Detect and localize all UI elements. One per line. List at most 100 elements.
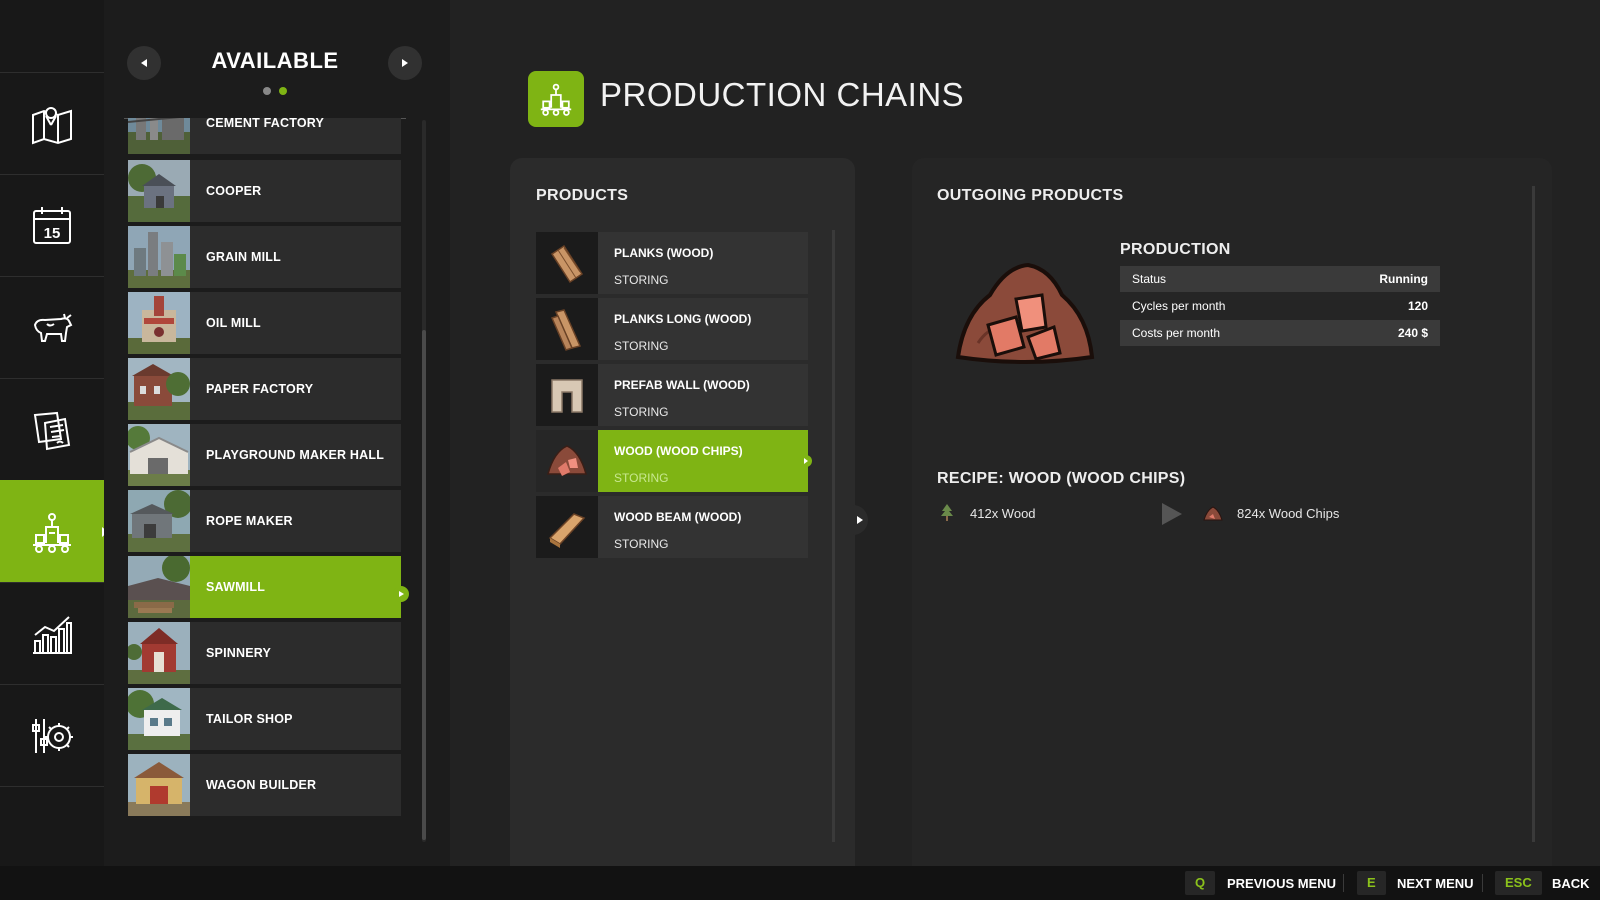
list-item-label: GRAIN MILL xyxy=(206,250,281,264)
arrow-left-icon xyxy=(141,59,147,67)
key-q[interactable]: Q xyxy=(1185,871,1216,895)
product-item-prefab-wall[interactable]: PREFAB WALL (WOOD) STORING xyxy=(536,364,808,426)
previous-menu-button[interactable]: PREVIOUS MENU xyxy=(1227,876,1336,891)
list-item-rope-maker[interactable]: ROPE MAKER xyxy=(128,490,401,552)
products-heading: PRODUCTS xyxy=(536,187,629,204)
list-item-wagon-builder[interactable]: WAGON BUILDER xyxy=(128,754,401,816)
list-item-label: TAILOR SHOP xyxy=(206,712,293,726)
list-item-label: PLAYGROUND MAKER HALL xyxy=(206,448,385,462)
list-item-sawmill[interactable]: SAWMILL xyxy=(128,556,401,618)
next-page-button[interactable] xyxy=(388,46,422,80)
planks-icon xyxy=(536,232,598,294)
product-status: STORING xyxy=(614,339,669,353)
nav-settings[interactable] xyxy=(0,684,104,787)
list-item-grain-mill[interactable]: GRAIN MILL xyxy=(128,226,401,288)
page-title: PRODUCTION CHAINS xyxy=(600,76,965,113)
selected-product-indicator xyxy=(800,455,812,467)
calendar-icon: 15 xyxy=(33,207,71,244)
contracts-icon xyxy=(33,411,71,451)
nav-calendar[interactable]: 15 xyxy=(0,174,104,277)
rope-maker-thumbnail xyxy=(128,490,190,552)
oil-mill-thumbnail xyxy=(128,292,190,354)
key-esc[interactable]: ESC xyxy=(1495,871,1542,895)
stat-label: Status xyxy=(1132,272,1167,286)
arrow-right-icon xyxy=(402,59,408,67)
product-name: PLANKS LONG (WOOD) xyxy=(614,312,752,326)
product-item-planks-long[interactable]: PLANKS LONG (WOOD) STORING xyxy=(536,298,808,360)
list-scrollbar-thumb[interactable] xyxy=(422,330,426,840)
outgoing-scrollbar[interactable] xyxy=(1532,186,1535,842)
list-item-cooper[interactable]: COOPER xyxy=(128,160,401,222)
list-item-label: CEMENT FACTORY xyxy=(206,118,325,130)
svg-text:15: 15 xyxy=(44,225,61,242)
stat-label: Cycles per month xyxy=(1132,299,1226,313)
next-menu-button[interactable]: NEXT MENU xyxy=(1397,876,1474,891)
recipe-arrow-icon xyxy=(1162,503,1182,525)
statistics-icon xyxy=(33,616,72,654)
stat-label: Costs per month xyxy=(1132,326,1221,340)
sawmill-thumbnail xyxy=(128,556,190,618)
recipe-input: 412x Wood xyxy=(970,506,1036,521)
map-icon xyxy=(32,107,72,145)
stat-value: 120 xyxy=(1407,299,1428,313)
list-item-playground-maker-hall[interactable]: PLAYGROUND MAKER HALL xyxy=(128,424,401,486)
nav-statistics[interactable] xyxy=(0,582,104,685)
recipe-output: 824x Wood Chips xyxy=(1237,506,1340,521)
livestock-icon xyxy=(33,313,73,342)
prefab-wall-icon xyxy=(536,364,598,426)
chevron-right-icon xyxy=(398,591,404,597)
list-item-spinnery[interactable]: SPINNERY xyxy=(128,622,401,684)
playground-maker-hall-thumbnail xyxy=(128,424,190,486)
production-chains-header-icon xyxy=(528,71,584,127)
settings-icon xyxy=(32,719,73,753)
page-dot-1[interactable] xyxy=(263,87,271,95)
footer-divider xyxy=(1343,874,1344,892)
outgoing-heading: OUTGOING PRODUCTS xyxy=(937,187,1124,204)
list-item-label: WAGON BUILDER xyxy=(206,778,317,792)
production-heading: PRODUCTION xyxy=(1120,241,1231,258)
nav-contracts[interactable] xyxy=(0,378,104,481)
list-item-paper-factory[interactable]: PAPER FACTORY xyxy=(128,358,401,420)
stat-row-cycles: Cycles per month 120 xyxy=(1120,293,1440,319)
chevron-right-icon xyxy=(857,516,863,524)
list-item-label: OIL MILL xyxy=(206,316,261,330)
products-scrollbar[interactable] xyxy=(832,230,835,842)
list-item-label: SPINNERY xyxy=(206,646,272,660)
planks-long-icon xyxy=(536,298,598,360)
production-icon xyxy=(33,513,71,553)
cooper-thumbnail xyxy=(128,160,190,222)
product-item-planks[interactable]: PLANKS (WOOD) STORING xyxy=(536,232,808,294)
list-item-cement-factory[interactable]: CEMENT FACTORY xyxy=(128,118,401,154)
available-title: AVAILABLE xyxy=(211,48,339,73)
wood-beam-icon xyxy=(536,496,598,558)
list-item-oil-mill[interactable]: OIL MILL xyxy=(128,292,401,354)
production-list: CEMENT FACTORY COOPER GRAIN MILL OIL MIL… xyxy=(128,118,403,827)
back-button[interactable]: BACK xyxy=(1552,876,1590,891)
product-item-wood-chips[interactable]: WOOD (WOOD CHIPS) STORING xyxy=(536,430,808,492)
cement-factory-thumbnail xyxy=(128,118,190,154)
page-dot-2[interactable] xyxy=(279,87,287,95)
product-status: STORING xyxy=(614,537,669,551)
list-item-tailor-shop[interactable]: TAILOR SHOP xyxy=(128,688,401,750)
stat-row-status: Status Running xyxy=(1120,266,1440,292)
key-e[interactable]: E xyxy=(1357,871,1386,895)
product-item-wood-beam[interactable]: WOOD BEAM (WOOD) STORING xyxy=(536,496,808,558)
product-status: STORING xyxy=(614,273,669,287)
main-nav: 15 xyxy=(0,0,108,866)
spinnery-thumbnail xyxy=(128,622,190,684)
product-name: PLANKS (WOOD) xyxy=(614,246,714,260)
nav-production[interactable] xyxy=(0,480,108,583)
tailor-shop-thumbnail xyxy=(128,688,190,750)
product-status: STORING xyxy=(614,471,669,485)
nav-animals[interactable] xyxy=(0,276,104,379)
woodchips-icon xyxy=(1203,505,1223,526)
tree-icon xyxy=(940,504,954,527)
panel-expand-arrow[interactable] xyxy=(852,505,868,535)
list-item-label: PAPER FACTORY xyxy=(206,382,314,396)
nav-map[interactable] xyxy=(0,72,104,175)
product-status: STORING xyxy=(614,405,669,419)
prev-page-button[interactable] xyxy=(127,46,161,80)
stat-value: Running xyxy=(1379,272,1428,286)
product-name: WOOD BEAM (WOOD) xyxy=(614,510,742,524)
product-name: PREFAB WALL (WOOD) xyxy=(614,378,750,392)
